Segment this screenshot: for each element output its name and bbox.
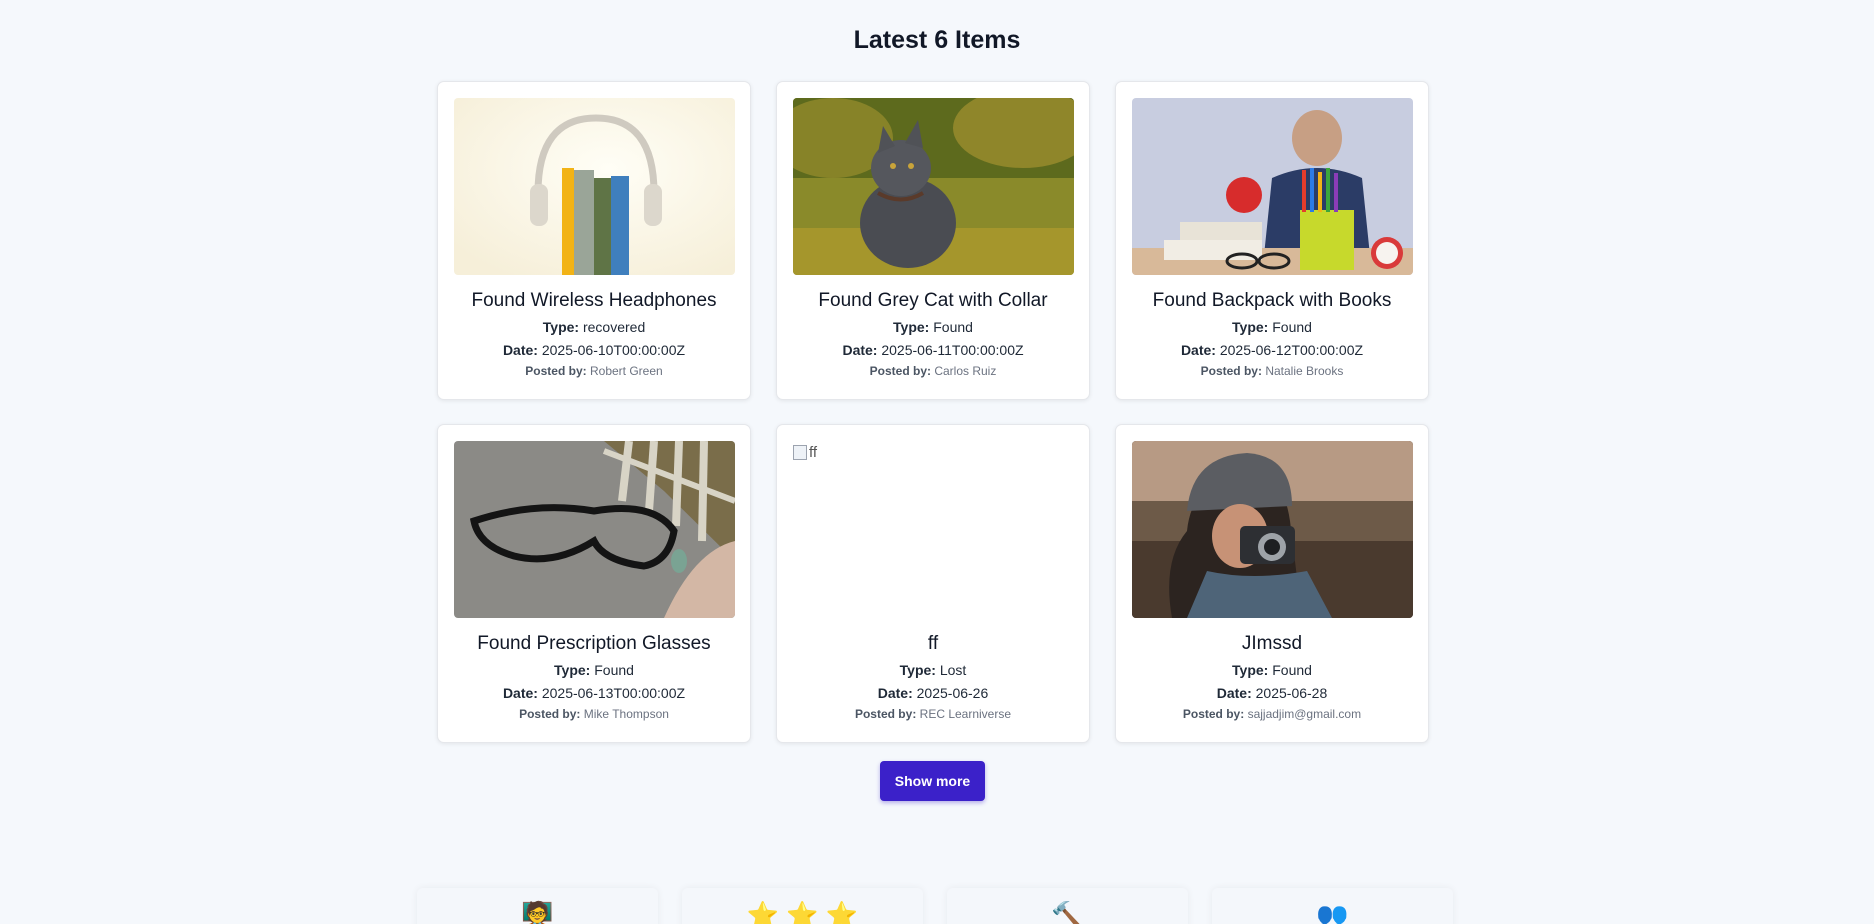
hammer-icon: 🔨 bbox=[1051, 900, 1084, 924]
stars-icon: ⭐ ⭐ ⭐ bbox=[746, 900, 859, 924]
item-date: Date: 2025-06-26 bbox=[877, 685, 989, 701]
feature-card: ⭐ ⭐ ⭐ bbox=[682, 888, 923, 924]
item-date: Date: 2025-06-28 bbox=[1216, 685, 1328, 701]
item-date: Date: 2025-06-11T00:00:00Z bbox=[842, 342, 1024, 358]
item-title: ff bbox=[927, 633, 939, 654]
people-icon: 👥 bbox=[1316, 900, 1349, 924]
item-title: Found Prescription Glasses bbox=[477, 633, 711, 654]
person-icon: 🧑‍🏫 bbox=[521, 900, 554, 924]
item-image-broken[interactable]: ff bbox=[793, 441, 1074, 618]
item-posted-by: Posted by: REC Learniverse bbox=[854, 707, 1012, 721]
item-type: Type: recovered bbox=[542, 319, 646, 335]
item-type: Type: Lost bbox=[899, 662, 967, 678]
item-image-headphones[interactable] bbox=[454, 98, 735, 275]
broken-image-icon: ff bbox=[793, 444, 817, 461]
item-posted-by: Posted by: Robert Green bbox=[525, 364, 663, 378]
feature-card: 🔨 bbox=[947, 888, 1188, 924]
item-posted-by: Posted by: Natalie Brooks bbox=[1200, 364, 1344, 378]
item-card[interactable]: JImssd Type: Found Date: 2025-06-28 Post… bbox=[1115, 424, 1429, 743]
item-type: Type: Found bbox=[893, 319, 973, 335]
item-title: Found Backpack with Books bbox=[1152, 290, 1392, 311]
features-row: 🧑‍🏫 ⭐ ⭐ ⭐ 🔨 👥 bbox=[417, 888, 1453, 924]
section-title: Latest 6 Items bbox=[853, 26, 1021, 54]
item-date: Date: 2025-06-12T00:00:00Z bbox=[1180, 342, 1364, 358]
item-posted-by: Posted by: sajjadjim@gmail.com bbox=[1182, 707, 1362, 721]
item-card[interactable]: Found Prescription Glasses Type: Found D… bbox=[437, 424, 751, 743]
feature-card: 🧑‍🏫 bbox=[417, 888, 658, 924]
item-posted-by: Posted by: Carlos Ruiz bbox=[869, 364, 997, 378]
item-card[interactable]: ff ff Type: Lost Date: 2025-06-26 Posted… bbox=[776, 424, 1090, 743]
item-card[interactable]: Found Wireless Headphones Type: recovere… bbox=[437, 81, 751, 400]
item-title: Found Wireless Headphones bbox=[471, 290, 717, 311]
item-type: Type: Found bbox=[554, 662, 634, 678]
item-posted-by: Posted by: Mike Thompson bbox=[519, 707, 669, 721]
item-date: Date: 2025-06-10T00:00:00Z bbox=[502, 342, 686, 358]
feature-card: 👥 bbox=[1212, 888, 1453, 924]
item-image-books[interactable] bbox=[1132, 98, 1413, 275]
item-card[interactable]: Found Grey Cat with Collar Type: Found D… bbox=[776, 81, 1090, 400]
show-more-button[interactable]: Show more bbox=[880, 761, 985, 801]
item-image-glasses[interactable] bbox=[454, 441, 735, 618]
item-title: JImssd bbox=[1241, 633, 1303, 654]
item-type: Type: Found bbox=[1232, 319, 1312, 335]
items-grid: Found Wireless Headphones Type: recovere… bbox=[437, 81, 1429, 743]
item-type: Type: Found bbox=[1232, 662, 1312, 678]
item-image-photographer[interactable] bbox=[1132, 441, 1413, 618]
item-title: Found Grey Cat with Collar bbox=[818, 290, 1048, 311]
item-image-cat[interactable] bbox=[793, 98, 1074, 275]
item-card[interactable]: Found Backpack with Books Type: Found Da… bbox=[1115, 81, 1429, 400]
item-date: Date: 2025-06-13T00:00:00Z bbox=[502, 685, 686, 701]
